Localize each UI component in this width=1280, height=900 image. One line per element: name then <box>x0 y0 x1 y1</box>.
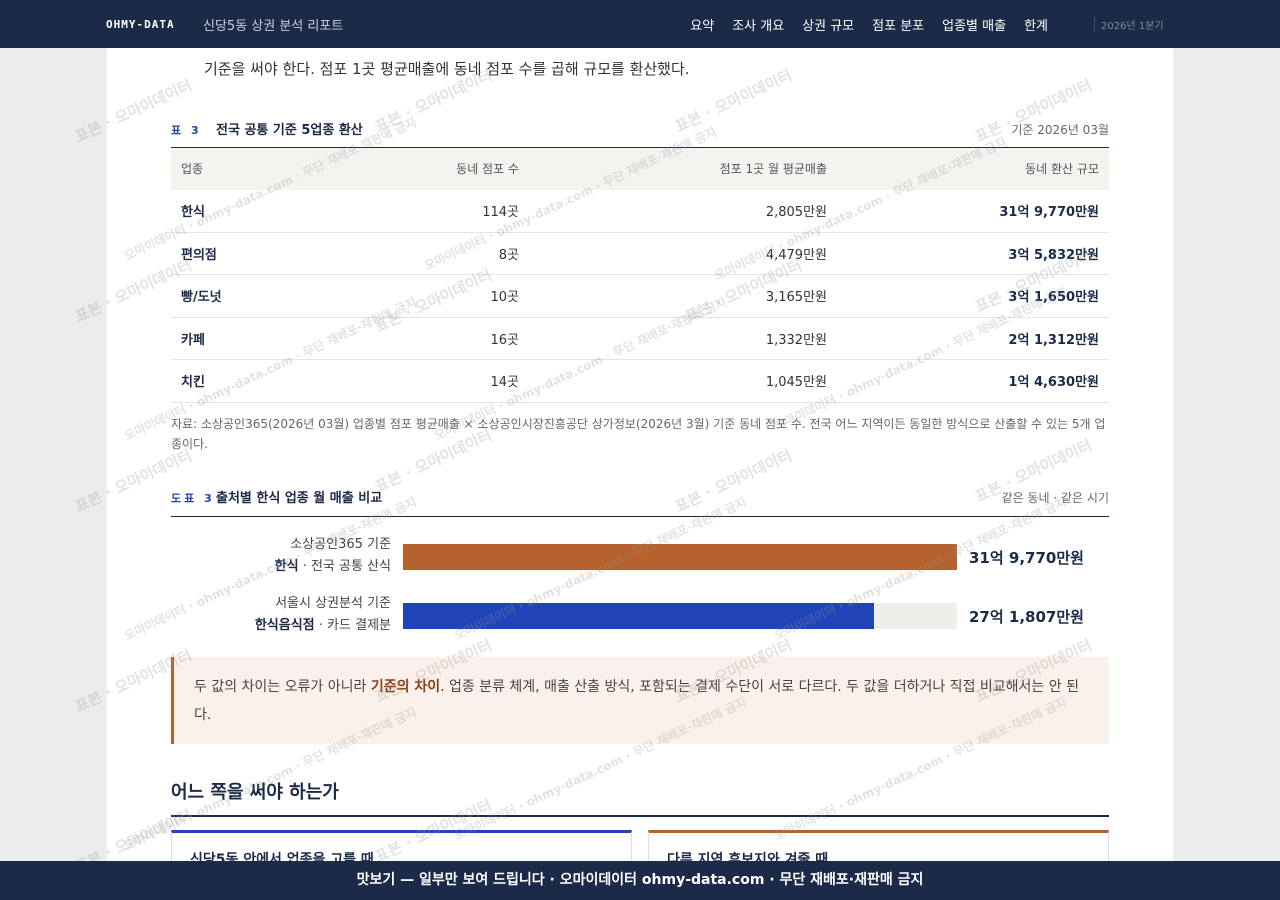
top-navbar: OHMY-DATA 신당5동 상권 분석 리포트 요약 조사 개요 상권 규모 … <box>0 0 1280 48</box>
cell-store-count: 10곳 <box>371 274 529 318</box>
cell-store-count: 16곳 <box>371 317 529 360</box>
bar-track-2 <box>403 603 957 629</box>
bar-value-2: 27억 1,807만원 <box>969 608 1084 626</box>
bar-fill-2 <box>403 603 874 629</box>
callout-note: 두 값의 차이는 오류가 아니라 기준의 차이. 업종 분류 체계, 매출 산출… <box>171 657 1109 744</box>
cell-industry: 한식 <box>171 189 371 233</box>
bar-source: 서울시 상권분석 기준 <box>275 596 391 611</box>
table-header-row: 업종 동네 점포 수 점포 1곳 월 평균매출 동네 환산 규모 <box>171 147 1109 190</box>
cell-avg-sales: 4,479만원 <box>529 232 837 275</box>
period-label: 2026년 1분기 <box>1094 16 1174 32</box>
bar-fill-1 <box>403 544 957 570</box>
cell-total: 2억 1,312만원 <box>837 317 1109 360</box>
bar-label-2: 서울시 상권분석 기준 한식음식점 · 카드 결제분 <box>255 593 391 637</box>
intro-text: 기준을 써야 한다. 점포 1곳 평균매출에 동네 점포 수를 곱해 규모를 환… <box>204 60 690 78</box>
table-basis: 기준 2026년 03월 <box>1011 123 1109 137</box>
nav-store-distribution[interactable]: 점포 분포 <box>872 15 924 34</box>
bar-method: · 카드 결제분 <box>314 618 391 633</box>
report-title: 신당5동 상권 분석 리포트 <box>203 18 344 34</box>
nav-summary[interactable]: 요약 <box>690 15 714 34</box>
cell-industry: 빵/도넛 <box>171 274 371 318</box>
cell-total: 3억 5,832만원 <box>837 232 1109 275</box>
table-row: 치킨 14곳 1,045만원 1억 4,630만원 <box>171 359 1109 403</box>
figure-caption: 도표 3 출처별 한식 업종 월 매출 비교 같은 동네 · 같은 시기 <box>171 487 1109 506</box>
figure-rule <box>171 516 1109 517</box>
table-title: 전국 공통 기준 5업종 환산 <box>216 123 363 138</box>
nav-limitations[interactable]: 한계 <box>1024 15 1048 34</box>
nav-market-size[interactable]: 상권 규모 <box>802 15 854 34</box>
cell-total: 1억 4,630만원 <box>837 359 1109 403</box>
bar-track-1 <box>403 544 957 570</box>
cell-industry: 치킨 <box>171 359 371 403</box>
brand-logo[interactable]: OHMY-DATA <box>106 18 175 31</box>
table-caption: 표 3 전국 공통 기준 5업종 환산 기준 2026년 03월 <box>171 119 1109 138</box>
table-row: 빵/도넛 10곳 3,165만원 3억 1,650만원 <box>171 274 1109 318</box>
table-source-note: 자료: 소상공인365(2026년 03월) 업종별 점포 평균매출 × 소상공… <box>171 417 1106 451</box>
figure-number: 도표 3 <box>171 492 215 505</box>
cell-industry: 편의점 <box>171 232 371 275</box>
figure-title: 출처별 한식 업종 월 매출 비교 <box>216 491 383 506</box>
col-store-count: 동네 점포 수 <box>456 162 519 177</box>
bar-source: 소상공인365 기준 <box>290 537 391 552</box>
cell-total: 31억 9,770만원 <box>837 189 1109 233</box>
bar-industry: 한식음식점 <box>254 618 315 633</box>
note-text-before: 두 값의 차이는 오류가 아니라 <box>194 679 371 695</box>
col-avg-sales: 점포 1곳 월 평균매출 <box>719 162 827 177</box>
bar-value-1: 31억 9,770만원 <box>969 549 1084 567</box>
cell-industry: 카페 <box>171 317 371 360</box>
col-industry: 업종 <box>181 162 204 177</box>
table-row: 한식 114곳 2,805만원 31억 9,770만원 <box>171 189 1109 233</box>
preview-footer-banner: 맛보기 — 일부만 보여 드립니다 · 오마이데이터 ohmy-data.com… <box>0 861 1280 900</box>
cell-store-count: 8곳 <box>371 232 529 275</box>
table-row: 카페 16곳 1,332만원 2억 1,312만원 <box>171 317 1109 360</box>
conversion-table: 업종 동네 점포 수 점포 1곳 월 평균매출 동네 환산 규모 한식 114곳… <box>171 147 1109 403</box>
nav-overview[interactable]: 조사 개요 <box>732 15 784 34</box>
bar-industry: 한식 <box>274 559 299 574</box>
col-total: 동네 환산 규모 <box>1025 162 1099 177</box>
nav-sales-by-industry[interactable]: 업종별 매출 <box>942 15 1006 34</box>
cell-avg-sales: 1,332만원 <box>529 317 837 360</box>
cell-store-count: 14곳 <box>371 359 529 403</box>
section-nav: 요약 조사 개요 상권 규모 점포 분포 업종별 매출 한계 <box>690 15 1048 34</box>
bar-label-1: 소상공인365 기준 한식 · 전국 공통 산식 <box>275 534 391 578</box>
figure-side-note: 같은 동네 · 같은 시기 <box>1001 491 1109 505</box>
cell-total: 3억 1,650만원 <box>837 274 1109 318</box>
cell-avg-sales: 3,165만원 <box>529 274 837 318</box>
table-row: 편의점 8곳 4,479만원 3억 5,832만원 <box>171 232 1109 275</box>
cell-avg-sales: 2,805만원 <box>529 189 837 233</box>
cell-avg-sales: 1,045만원 <box>529 359 837 403</box>
section-heading: 어느 쪽을 써야 하는가 <box>171 782 339 803</box>
bar-method: · 전국 공통 산식 <box>298 559 391 574</box>
cell-store-count: 114곳 <box>371 189 529 233</box>
section-rule <box>171 815 1109 817</box>
note-highlight: 기준의 차이 <box>370 679 441 695</box>
table-number: 표 3 <box>171 124 202 137</box>
